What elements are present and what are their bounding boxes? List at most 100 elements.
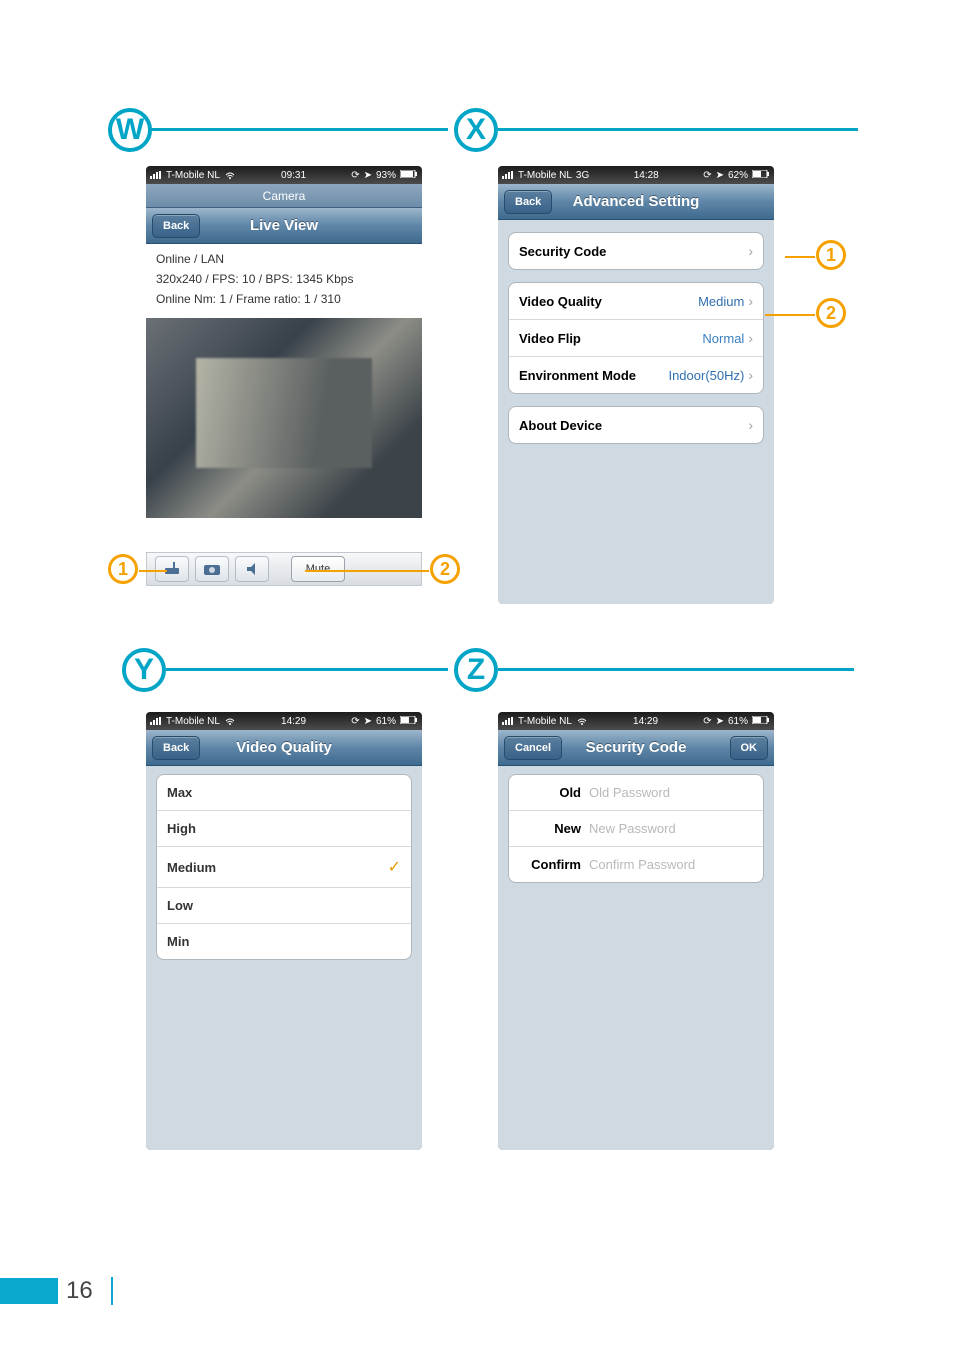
speaker-icon[interactable] <box>235 556 269 582</box>
field-label: Old <box>519 785 581 800</box>
quality-option[interactable]: Min <box>157 923 411 959</box>
status-bar: T-Mobile NL 09:31 ⟳ ➤ 93% <box>146 166 422 184</box>
carrier-label: T-Mobile NL <box>166 716 220 727</box>
status-bar: T-Mobile NL 14:29 ⟳ ➤ 61% <box>498 712 774 730</box>
battery-icon <box>752 170 770 181</box>
status-bar: T-Mobile NL 14:29 ⟳ ➤ 61% <box>146 712 422 730</box>
page-footer: 16 <box>0 1277 113 1305</box>
callout-2: 2 <box>816 298 846 328</box>
location-icon: ➤ <box>716 716 724 727</box>
lock-rotation-icon: ⟳ <box>703 170 711 181</box>
nav-title: Video Quality <box>236 739 332 756</box>
panel-video-quality: T-Mobile NL 14:29 ⟳ ➤ 61% Back Video Qua… <box>146 712 422 1150</box>
callout-1: 1 <box>816 240 846 270</box>
panel-advanced-setting: T-Mobile NL 3G 14:28 ⟳ ➤ 62% Back Advanc… <box>498 166 774 604</box>
video-preview[interactable] <box>146 318 422 518</box>
group-about: About Device › <box>508 406 764 444</box>
field-new-password[interactable]: New New Password <box>509 810 763 846</box>
callout-number: 1 <box>118 559 128 579</box>
callout-1: 1 <box>108 554 138 584</box>
back-label: Back <box>163 742 189 754</box>
callout-number: 2 <box>440 559 450 579</box>
page-number: 16 <box>66 1277 113 1305</box>
signal-icon <box>502 171 514 179</box>
live-view-toolbar: Mute <box>146 552 422 586</box>
back-button[interactable]: Back <box>152 736 200 760</box>
back-button[interactable]: Back <box>152 214 200 238</box>
ok-label: OK <box>741 742 758 754</box>
network-label: 3G <box>576 170 589 181</box>
meta-line-2: 320x240 / FPS: 10 / BPS: 1345 Kbps <box>156 272 412 286</box>
field-placeholder: New Password <box>589 821 676 836</box>
quality-option[interactable]: Max <box>157 775 411 810</box>
camera-subheader: Camera <box>146 184 422 208</box>
mute-button[interactable]: Mute <box>291 556 345 582</box>
wifi-icon <box>576 717 588 726</box>
battery-icon <box>400 716 418 727</box>
clock-label: 14:29 <box>633 716 658 727</box>
section-letter: Y <box>122 648 166 692</box>
battery-pct: 61% <box>728 716 748 727</box>
cancel-button[interactable]: Cancel <box>504 736 562 760</box>
row-about-device[interactable]: About Device › <box>509 407 763 443</box>
divider <box>498 668 854 671</box>
row-environment-mode[interactable]: Environment Mode Indoor(50Hz)› <box>509 356 763 393</box>
back-button[interactable]: Back <box>504 190 552 214</box>
signal-icon <box>150 171 162 179</box>
carrier-label: T-Mobile NL <box>166 170 220 181</box>
callout-number: 1 <box>826 245 836 265</box>
nav-title: Live View <box>250 217 318 234</box>
mute-label: Mute <box>306 563 330 575</box>
cancel-label: Cancel <box>515 742 551 754</box>
divider <box>498 128 858 131</box>
nav-bar: Back Video Quality <box>146 730 422 766</box>
signal-icon <box>150 717 162 725</box>
location-icon: ➤ <box>716 170 724 181</box>
field-old-password[interactable]: Old Old Password <box>509 775 763 810</box>
option-label: Max <box>167 785 192 800</box>
snapshot-icon[interactable] <box>195 556 229 582</box>
row-value: Normal› <box>702 330 753 346</box>
quality-option[interactable]: Medium✓ <box>157 846 411 887</box>
row-label: Video Flip <box>519 331 581 346</box>
battery-pct: 93% <box>376 170 396 181</box>
password-fields: Old Old Password New New Password Confir… <box>508 774 764 883</box>
section-letter: W <box>108 108 152 152</box>
row-label: Environment Mode <box>519 368 636 383</box>
chevron-right-icon: › <box>748 293 753 309</box>
router-icon[interactable] <box>155 556 189 582</box>
meta-line-1: Online / LAN <box>156 252 412 266</box>
battery-pct: 62% <box>728 170 748 181</box>
status-bar: T-Mobile NL 3G 14:28 ⟳ ➤ 62% <box>498 166 774 184</box>
back-label: Back <box>163 220 189 232</box>
signal-icon <box>502 717 514 725</box>
ok-button[interactable]: OK <box>730 736 769 760</box>
wifi-icon <box>224 171 236 180</box>
field-placeholder: Old Password <box>589 785 670 800</box>
battery-icon <box>752 716 770 727</box>
divider <box>152 128 448 131</box>
nav-title: Advanced Setting <box>573 193 700 210</box>
row-security-code[interactable]: Security Code › <box>509 233 763 269</box>
carrier-label: T-Mobile NL <box>518 170 572 181</box>
nav-title: Security Code <box>586 739 687 756</box>
wifi-icon <box>224 717 236 726</box>
meta-line-3: Online Nm: 1 / Frame ratio: 1 / 310 <box>156 292 412 306</box>
divider <box>166 668 448 671</box>
row-video-quality[interactable]: Video Quality Medium› <box>509 283 763 319</box>
stream-meta: Online / LAN 320x240 / FPS: 10 / BPS: 13… <box>146 244 422 316</box>
callout-number: 2 <box>826 303 836 323</box>
footer-accent <box>0 1278 58 1304</box>
option-label: High <box>167 821 196 836</box>
row-video-flip[interactable]: Video Flip Normal› <box>509 319 763 356</box>
clock-label: 09:31 <box>281 170 306 181</box>
panel-security-code: T-Mobile NL 14:29 ⟳ ➤ 61% Cancel Securit… <box>498 712 774 1150</box>
battery-icon <box>400 170 418 181</box>
lock-rotation-icon: ⟳ <box>703 716 711 727</box>
quality-option[interactable]: Low <box>157 887 411 923</box>
quality-option[interactable]: High <box>157 810 411 846</box>
field-placeholder: Confirm Password <box>589 857 695 872</box>
carrier-label: T-Mobile NL <box>518 716 572 727</box>
nav-bar: Back Advanced Setting <box>498 184 774 220</box>
field-confirm-password[interactable]: Confirm Confirm Password <box>509 846 763 882</box>
